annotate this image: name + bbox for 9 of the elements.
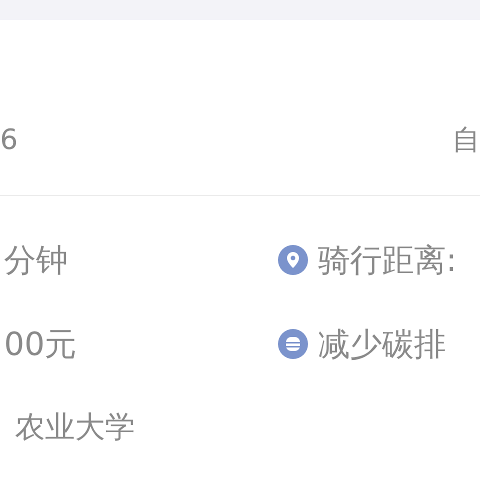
stat-text: 分钟	[3, 244, 69, 276]
value-text: 6	[0, 126, 18, 154]
location-pin-icon	[278, 245, 308, 275]
database-icon	[278, 329, 308, 359]
stat-text: 00元	[3, 328, 78, 360]
stat-label: 骑行距离:	[318, 244, 457, 276]
stat-label: 减少碳排	[318, 328, 446, 360]
label-text: 自	[452, 126, 480, 154]
location-text: 农业大学	[15, 413, 135, 443]
